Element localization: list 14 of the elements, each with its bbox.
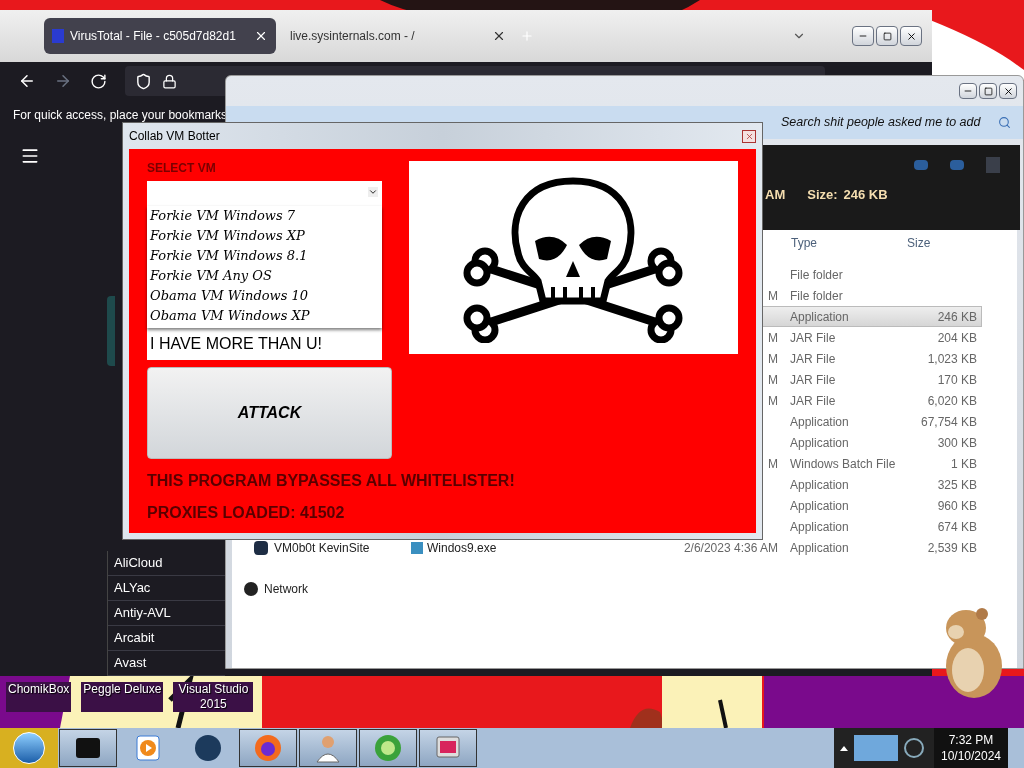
taskbar-button[interactable] — [419, 729, 477, 767]
windows-orb-icon — [13, 732, 45, 764]
start-button[interactable] — [0, 728, 58, 768]
taskbar-button[interactable] — [359, 729, 417, 767]
taskbar-button[interactable] — [239, 729, 297, 767]
taskbar-button[interactable] — [299, 729, 357, 767]
taskbar-button[interactable] — [59, 729, 117, 767]
tray-arrow-icon[interactable] — [840, 745, 848, 751]
firefox-icon — [252, 732, 284, 764]
disc-icon — [372, 732, 404, 764]
clock-date[interactable]: 10/10/2024 — [940, 748, 1002, 764]
globe-icon — [192, 732, 224, 764]
clock-icon[interactable] — [904, 738, 924, 758]
clock-time[interactable]: 7:32 PM — [948, 732, 994, 748]
